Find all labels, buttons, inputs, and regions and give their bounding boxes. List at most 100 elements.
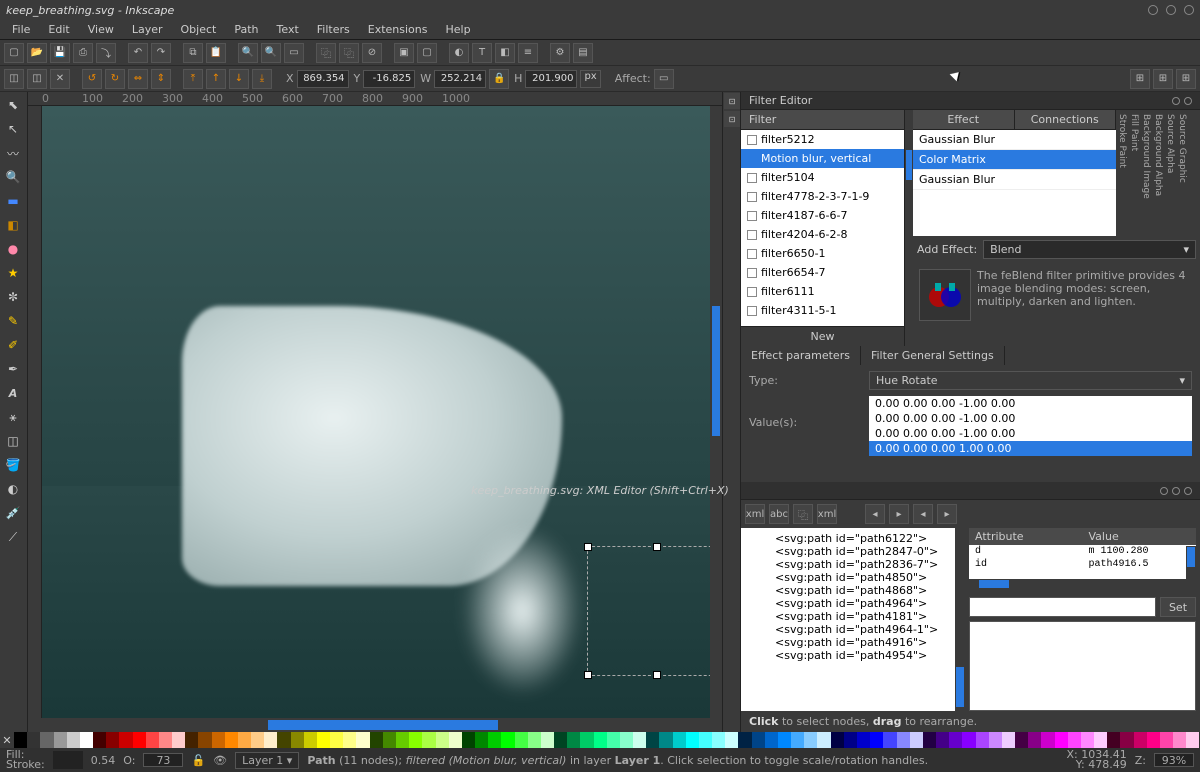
xml-new-node-button[interactable]: xml: [745, 504, 765, 524]
swatch[interactable]: [356, 732, 369, 748]
swatch[interactable]: [541, 732, 554, 748]
swatch[interactable]: [1055, 732, 1068, 748]
maximize-button[interactable]: [1166, 5, 1176, 15]
lock-icon[interactable]: 🔒: [489, 69, 509, 89]
xml-attrs-scrollbar[interactable]: [1186, 546, 1196, 580]
xml-node[interactable]: <svg:path id="path4181">: [745, 610, 951, 623]
filter-list-scrollbar[interactable]: [905, 110, 913, 346]
swatch[interactable]: [725, 732, 738, 748]
swatch[interactable]: [80, 732, 93, 748]
swatch[interactable]: [857, 732, 870, 748]
xml-attr-row[interactable]: dm 1100.280: [969, 545, 1196, 558]
deselect-button[interactable]: ✕: [50, 69, 70, 89]
swatch[interactable]: [910, 732, 923, 748]
paste-button[interactable]: 📋: [206, 43, 226, 63]
xml-duplicate-button[interactable]: ⿻: [793, 504, 813, 524]
selection-handle[interactable]: [653, 543, 661, 551]
h-input[interactable]: [525, 70, 577, 88]
swatch[interactable]: [119, 732, 132, 748]
swatch[interactable]: [133, 732, 146, 748]
xml-attributes[interactable]: dm 1100.280idpath4916.5: [969, 545, 1196, 579]
xml-attr-name-input[interactable]: [969, 597, 1156, 617]
swatch[interactable]: [765, 732, 778, 748]
xml-node[interactable]: <svg:path id="path4964">: [745, 597, 951, 610]
calligraphy-tool[interactable]: ✒: [2, 358, 24, 380]
swatch[interactable]: [633, 732, 646, 748]
canvas-scrollbar-v[interactable]: [710, 106, 722, 718]
swatch[interactable]: [185, 732, 198, 748]
swatch[interactable]: [159, 732, 172, 748]
unit-select[interactable]: px: [580, 70, 600, 88]
swatch[interactable]: [580, 732, 593, 748]
xml-next-button[interactable]: ▸: [889, 504, 909, 524]
fill-swatch[interactable]: [53, 751, 83, 769]
swatch[interactable]: [1134, 732, 1147, 748]
type-select[interactable]: Hue Rotate▾: [869, 371, 1192, 390]
filter-checkbox[interactable]: [747, 268, 757, 278]
xml-attr-row[interactable]: idpath4916.5: [969, 558, 1196, 571]
swatch[interactable]: [14, 732, 27, 748]
zoom-input[interactable]: 93%: [1154, 753, 1194, 767]
unlink-button[interactable]: ⊘: [362, 43, 382, 63]
zoom-draw-button[interactable]: 🔍: [261, 43, 281, 63]
panel-close-button[interactable]: [1184, 487, 1192, 495]
swatch[interactable]: [488, 732, 501, 748]
x-input[interactable]: [297, 70, 349, 88]
layer-lock-icon[interactable]: 🔓: [191, 754, 205, 767]
swatch[interactable]: [343, 732, 356, 748]
swatch[interactable]: [251, 732, 264, 748]
snap-toggle-1[interactable]: ⊞: [1130, 69, 1150, 89]
swatch[interactable]: [752, 732, 765, 748]
swatch[interactable]: [870, 732, 883, 748]
print-button[interactable]: ⎙: [73, 43, 93, 63]
swatch[interactable]: [1081, 732, 1094, 748]
selection-handle[interactable]: [584, 543, 592, 551]
swatch[interactable]: [1107, 732, 1120, 748]
swatch[interactable]: [409, 732, 422, 748]
xml-node[interactable]: <svg:path id="path6122">: [745, 532, 951, 545]
snap-button[interactable]: ⊡: [724, 111, 740, 127]
swatch[interactable]: [567, 732, 580, 748]
filter-checkbox[interactable]: [747, 249, 757, 259]
selection-handle[interactable]: [653, 671, 661, 679]
swatch[interactable]: [172, 732, 185, 748]
flip-v-button[interactable]: ⇕: [151, 69, 171, 89]
swatch[interactable]: [501, 732, 514, 748]
swatch[interactable]: [607, 732, 620, 748]
selection-box[interactable]: [587, 546, 710, 676]
y-input[interactable]: [363, 70, 415, 88]
menu-text[interactable]: Text: [269, 21, 307, 38]
pencil-tool[interactable]: ✎: [2, 310, 24, 332]
xml-attr-value-textarea[interactable]: [969, 621, 1196, 711]
copy-button[interactable]: ⧉: [183, 43, 203, 63]
xml-tree-scrollbar[interactable]: [955, 528, 965, 711]
clone-button[interactable]: ⿻: [339, 43, 359, 63]
ungroup-button[interactable]: ▢: [417, 43, 437, 63]
selector-tool[interactable]: ⬉: [2, 94, 24, 116]
filter-checkbox[interactable]: [747, 154, 757, 164]
filter-list[interactable]: filter5212Motion blur, verticalfilter510…: [741, 130, 904, 326]
swatch[interactable]: [1028, 732, 1041, 748]
swatch[interactable]: [659, 732, 672, 748]
add-effect-select[interactable]: Blend▾: [983, 240, 1196, 259]
rect-tool[interactable]: ▬: [2, 190, 24, 212]
swatch[interactable]: [515, 732, 528, 748]
source-label[interactable]: Background Alpha: [1152, 110, 1164, 236]
effect-item[interactable]: Gaussian Blur: [913, 130, 1116, 150]
star-tool[interactable]: ★: [2, 262, 24, 284]
opacity-input[interactable]: 73: [143, 753, 183, 767]
xml-attrs-hscroll[interactable]: [969, 579, 1196, 589]
swatch[interactable]: [462, 732, 475, 748]
duplicate-button[interactable]: ⿻: [316, 43, 336, 63]
swatch[interactable]: [594, 732, 607, 748]
filter-checkbox[interactable]: [747, 211, 757, 221]
minimize-button[interactable]: [1148, 5, 1158, 15]
panel-close-button[interactable]: [1184, 97, 1192, 105]
swatch[interactable]: [844, 732, 857, 748]
raise-top-button[interactable]: ⤒: [183, 69, 203, 89]
flip-h-button[interactable]: ⇔: [128, 69, 148, 89]
layer-select[interactable]: Layer 1 ▾: [235, 752, 299, 769]
filter-item[interactable]: filter4187-6-6-7: [741, 206, 904, 225]
menu-extensions[interactable]: Extensions: [360, 21, 436, 38]
swatch[interactable]: [212, 732, 225, 748]
